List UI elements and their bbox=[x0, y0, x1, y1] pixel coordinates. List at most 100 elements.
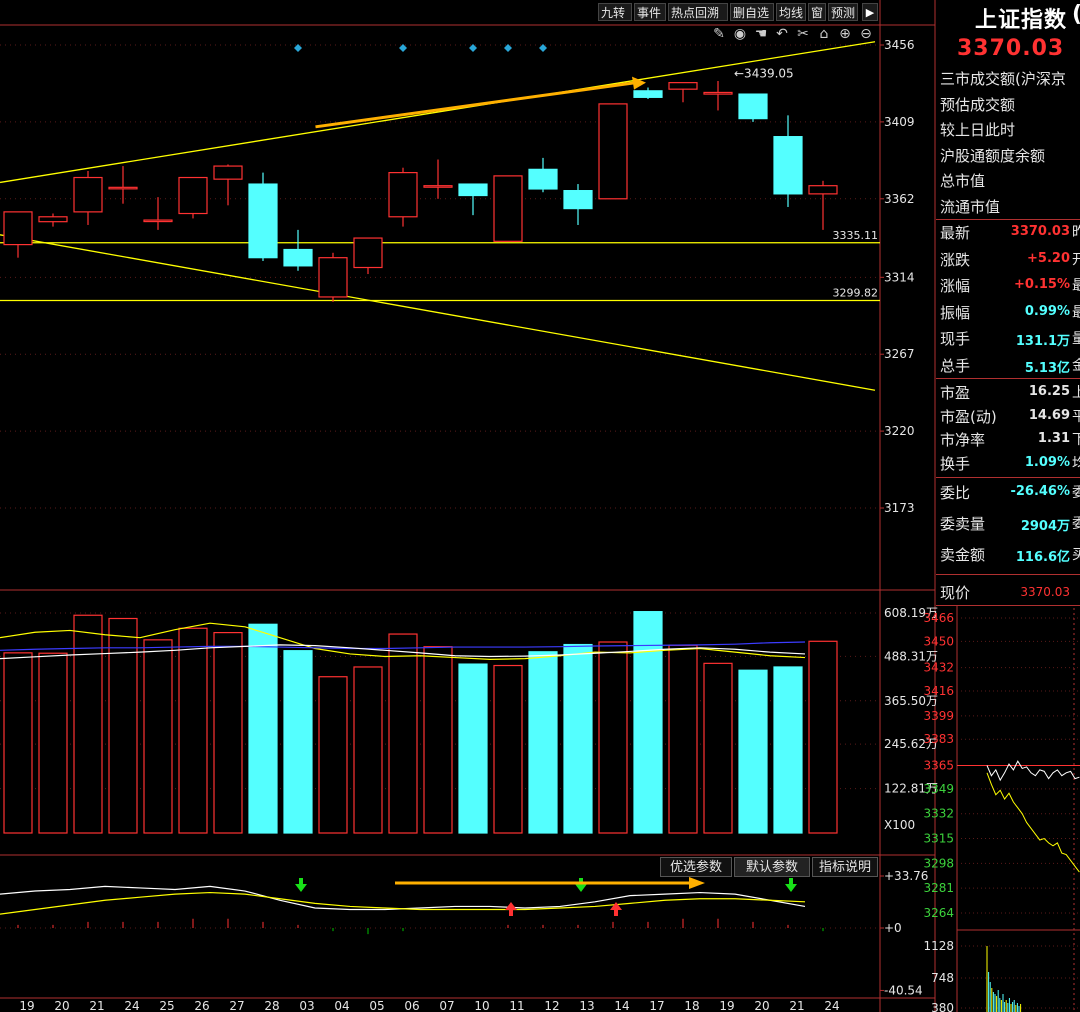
panel-separator bbox=[936, 605, 1080, 606]
toolbar-button-0[interactable]: 九转 bbox=[598, 3, 632, 21]
info-label: 较上日此时 bbox=[940, 121, 1016, 139]
index-price: 3370.03 bbox=[957, 36, 1065, 61]
candle-body bbox=[808, 185, 838, 195]
stat-label: 委比 bbox=[940, 484, 971, 502]
date-tick-label: 05 bbox=[369, 999, 384, 1012]
pen-icon[interactable]: ✎ bbox=[710, 26, 728, 42]
indicator-tick-label: -40.54 bbox=[884, 983, 923, 997]
mini-tick-label: 3365 bbox=[923, 759, 954, 773]
stat-label: 现手 bbox=[940, 330, 971, 348]
stat-tail-label: 量 bbox=[1072, 331, 1080, 347]
high-price-label: ←3439.05 bbox=[734, 67, 794, 81]
candle-body bbox=[318, 257, 348, 298]
candle-body bbox=[668, 82, 698, 90]
volume-bar bbox=[388, 633, 418, 834]
hand-icon[interactable]: ☚ bbox=[752, 26, 770, 42]
current-price-value: 3370.03 bbox=[1020, 585, 1070, 599]
info-label: 流通市值 bbox=[940, 197, 1001, 216]
stat-tail-label: 最 bbox=[1072, 278, 1080, 294]
stat-label: 卖金额 bbox=[940, 546, 986, 564]
toolbar-button-2[interactable]: 热点回溯 bbox=[668, 3, 728, 21]
stat-value: 2904万 bbox=[1020, 519, 1070, 534]
stat-label: 换手 bbox=[940, 454, 971, 473]
volume-bar bbox=[528, 651, 558, 834]
candle-body bbox=[73, 176, 103, 213]
volume-bar bbox=[668, 644, 698, 834]
toolbar-button-5[interactable]: 窗 bbox=[808, 3, 826, 21]
date-tick-label: 07 bbox=[439, 999, 454, 1012]
stat-value: +5.20 bbox=[1027, 250, 1070, 266]
candle-body bbox=[248, 183, 278, 259]
stat-tail-label: 金 bbox=[1072, 357, 1080, 374]
panel-separator bbox=[936, 477, 1080, 478]
mini-vol-tick-label: 748 bbox=[931, 971, 954, 985]
up-arrow-stem bbox=[509, 910, 513, 916]
stat-value: 1.09% bbox=[1024, 454, 1070, 470]
level-label-1: 3335.11 bbox=[833, 229, 879, 242]
toolbar-button-3[interactable]: 删自选 bbox=[730, 3, 774, 21]
mini-vol-tick-label: 380 bbox=[931, 1001, 954, 1012]
panel-separator bbox=[936, 219, 1080, 220]
price-tick-label: 3456 bbox=[884, 38, 915, 52]
mini-tick-label: 3432 bbox=[923, 661, 954, 675]
zoom-in-icon[interactable]: ⊕ bbox=[836, 26, 854, 42]
date-tick-label: 20 bbox=[754, 999, 769, 1012]
background bbox=[0, 0, 1080, 1012]
scissors-icon[interactable]: ✂ bbox=[794, 26, 812, 42]
panel-separator bbox=[936, 574, 1080, 575]
stat-value: 16.25 bbox=[1028, 384, 1070, 399]
mini-tick-label: 3332 bbox=[923, 807, 954, 821]
undo-icon[interactable]: ↶ bbox=[773, 26, 791, 42]
stat-label: 涨幅 bbox=[940, 277, 971, 295]
stat-value: 0.99% bbox=[1024, 303, 1070, 319]
toolbar-button-4[interactable]: 均线 bbox=[776, 3, 806, 21]
volume-bar bbox=[458, 663, 488, 834]
candle-body bbox=[773, 136, 803, 195]
date-tick-label: 24 bbox=[124, 999, 139, 1012]
default-params-button[interactable]: 默认参数 bbox=[734, 857, 810, 877]
volume-bar bbox=[213, 632, 243, 834]
volume-bar bbox=[38, 652, 68, 834]
volume-bar bbox=[248, 623, 278, 834]
info-label: 总市值 bbox=[940, 172, 986, 190]
up-arrow-stem bbox=[614, 910, 618, 916]
indicator-help-button[interactable]: 指标说明 bbox=[812, 857, 878, 877]
toolbar-button-6[interactable]: 预测 bbox=[828, 3, 858, 21]
volume-bar bbox=[738, 669, 768, 834]
eye-icon[interactable]: ◉ bbox=[731, 26, 749, 42]
mini-tick-label: 3416 bbox=[923, 684, 954, 698]
index-title-tail: ( bbox=[1072, 2, 1080, 27]
date-tick-label: 20 bbox=[54, 999, 69, 1012]
down-arrow-stem bbox=[789, 878, 793, 884]
stat-value: -26.46% bbox=[1010, 484, 1070, 499]
lock-icon[interactable]: ⌂ bbox=[815, 26, 833, 42]
main-chart-canvas[interactable]: 3456 3409 3362 3314 3267 3220 3173 19 20 21 24 25 26… bbox=[0, 0, 1080, 1012]
date-tick-label: 18 bbox=[684, 999, 699, 1012]
toolbar-button-1[interactable]: 事件 bbox=[634, 3, 666, 21]
volume-bar bbox=[143, 639, 173, 834]
mini-tick-label: 3399 bbox=[923, 709, 954, 723]
date-tick-label: 21 bbox=[789, 999, 804, 1012]
date-tick-label: 27 bbox=[229, 999, 244, 1012]
date-tick-label: 26 bbox=[194, 999, 209, 1012]
candle-body bbox=[283, 248, 313, 267]
date-tick-label: 14 bbox=[614, 999, 629, 1012]
stat-label: 振幅 bbox=[940, 303, 971, 322]
stat-tail-label: 昨 bbox=[1072, 225, 1080, 241]
date-tick-label: 04 bbox=[334, 999, 349, 1012]
optimized-params-button[interactable]: 优选参数 bbox=[660, 857, 732, 877]
candle-body bbox=[563, 190, 593, 210]
candle-body bbox=[3, 211, 33, 246]
stat-tail-label: 买 bbox=[1072, 547, 1080, 563]
candle-body bbox=[633, 90, 663, 98]
stat-label: 总手 bbox=[940, 356, 971, 375]
play-icon[interactable]: ▶ bbox=[862, 3, 878, 21]
volume-bar bbox=[598, 641, 628, 834]
candle-body bbox=[738, 93, 768, 120]
price-tick-label: 3362 bbox=[884, 192, 915, 206]
stat-value: 131.1万 bbox=[1015, 334, 1070, 349]
stat-label: 市盈(动) bbox=[940, 407, 997, 426]
candle-body bbox=[493, 175, 523, 242]
mini-tick-label: 3315 bbox=[923, 832, 954, 846]
zoom-out-icon[interactable]: ⊖ bbox=[857, 26, 875, 42]
